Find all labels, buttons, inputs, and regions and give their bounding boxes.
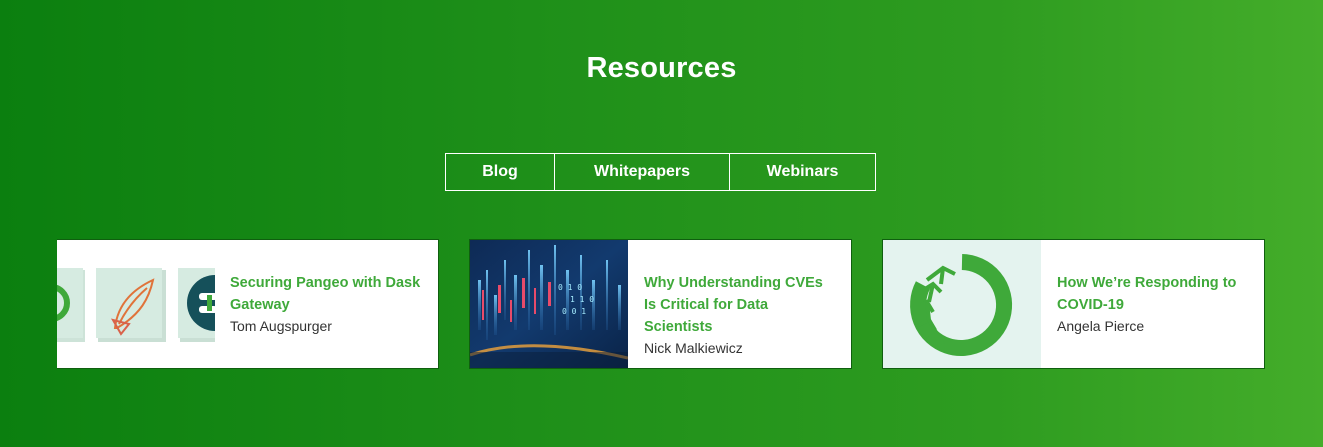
card-info: Securing Pangeo with Dask Gateway Tom Au… [215,240,438,368]
card-info: How We’re Responding to COVID-19 Angela … [1041,240,1264,368]
card-author: Nick Malkiewicz [644,340,743,356]
svg-text:0 1 0: 0 1 0 [558,283,582,292]
resource-tabs: Blog Whitepapers Webinars [445,153,876,191]
svg-text:1 1 0: 1 1 0 [570,295,594,304]
tab-blog[interactable]: Blog [446,154,554,190]
anaconda-ring-logo-icon [883,240,1041,368]
resource-card[interactable]: How We’re Responding to COVID-19 Angela … [882,239,1265,369]
card-info: Why Understanding CVEs Is Critical for D… [628,240,851,368]
data-visualization-image: 0 1 0 1 1 0 0 0 1 [470,240,628,368]
tab-webinars[interactable]: Webinars [729,154,875,190]
card-author: Angela Pierce [1057,318,1145,334]
resource-card[interactable]: Securing Pangeo with Dask Gateway Tom Au… [57,239,439,369]
card-title[interactable]: Why Understanding CVEs Is Critical for D… [644,272,837,338]
logo-collage-icon [57,240,215,368]
section-title: Resources [586,52,737,84]
card-title[interactable]: Securing Pangeo with Dask Gateway [230,272,424,316]
tab-whitepapers[interactable]: Whitepapers [554,154,729,190]
card-title[interactable]: How We’re Responding to COVID-19 [1057,272,1250,316]
svg-text:0 0 1: 0 0 1 [562,307,586,316]
resource-card[interactable]: 0 1 0 1 1 0 0 0 1 Why Understanding CVEs… [469,239,852,369]
card-author: Tom Augspurger [230,318,332,334]
